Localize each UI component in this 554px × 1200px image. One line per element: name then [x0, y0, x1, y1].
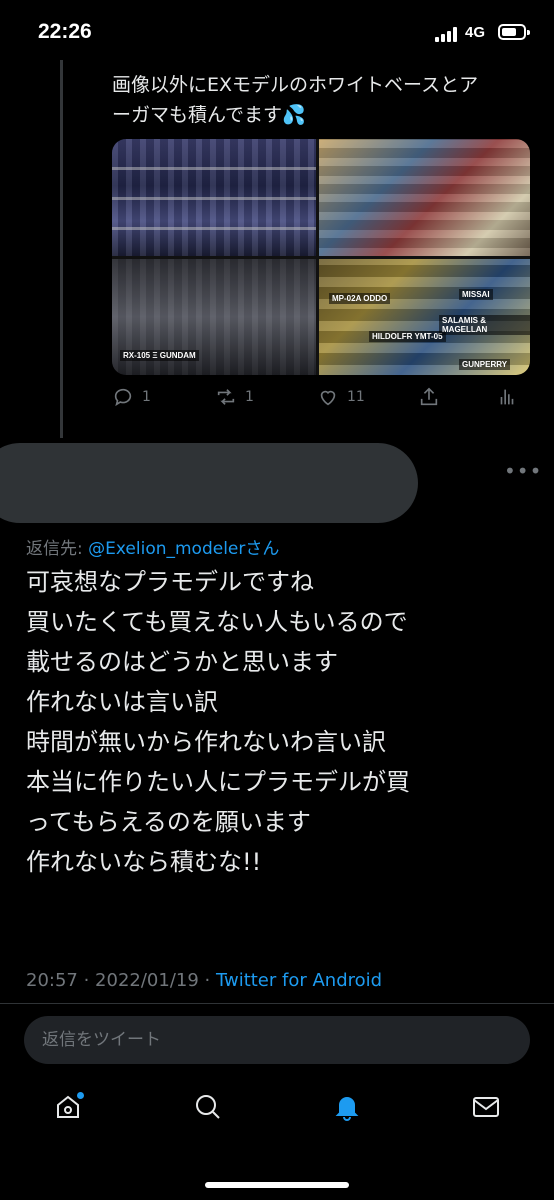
like-count: 11	[347, 389, 365, 405]
notification-dot	[77, 1092, 84, 1099]
retweet-count: 1	[245, 389, 254, 405]
tweet-source-link[interactable]: Twitter for Android	[216, 970, 382, 991]
bottom-tab-bar	[0, 1080, 554, 1150]
tab-search[interactable]	[193, 1092, 223, 1122]
parent-tweet-actions: 1 1 11	[112, 386, 530, 414]
tweet-meta: 20:57 · 2022/01/19 · Twitter for Android	[26, 970, 382, 991]
tab-notifications[interactable]	[332, 1092, 362, 1122]
reply-input[interactable]: 返信をツイート	[24, 1016, 530, 1064]
media-label-salamis: SALAMIS & MAGELLAN	[439, 315, 530, 335]
media-label-gunperry: GUNPERRY	[459, 359, 511, 370]
tweet-body-line: 買いたくても買えない人もいるので	[26, 608, 408, 636]
tab-home[interactable]	[53, 1092, 84, 1122]
signal-icon	[435, 27, 459, 42]
heart-icon	[320, 390, 336, 406]
tweet-timestamp: 20:57 · 2022/01/19 ·	[26, 970, 216, 991]
notifications-icon	[335, 1097, 359, 1121]
tweet-body-line: 作れないなら積むな!!	[26, 848, 262, 876]
replying-to: 返信先: @Exelion_modelerさん	[26, 534, 279, 559]
tab-messages[interactable]	[471, 1092, 501, 1122]
tweet-body-line: 時間が無いから作れないわ言い訳	[26, 728, 386, 756]
media-label-oddo: MP-02A ODDO	[329, 293, 391, 304]
tweet-media-grid[interactable]: RX-105 Ξ GUNDAM MP-02A ODDO HILDOLFR YMT…	[112, 139, 530, 375]
divider	[0, 1003, 554, 1004]
media-photo-4[interactable]: MP-02A ODDO HILDOLFR YMT-05 GUNPERRY MIS…	[319, 259, 530, 375]
reply-button[interactable]: 1	[112, 386, 151, 408]
analytics-icon	[500, 389, 514, 405]
media-label-hildolfr: HILDOLFR YMT-05	[369, 331, 446, 342]
status-time: 22:26	[38, 20, 92, 43]
parent-tweet-line-1: 画像以外にEXモデルのホワイトベースとア	[112, 74, 479, 96]
share-icon	[420, 387, 438, 406]
search-icon	[196, 1095, 220, 1119]
replying-to-handle[interactable]: @Exelion_modelerさん	[88, 539, 279, 559]
battery-icon	[498, 24, 530, 40]
messages-icon	[473, 1097, 499, 1117]
media-label-xi-gundam: RX-105 Ξ GUNDAM	[120, 350, 199, 361]
reply-icon	[114, 388, 132, 407]
more-options-icon[interactable]: •••	[504, 459, 542, 483]
retweet-icon	[217, 389, 235, 405]
sweat-droplets-emoji: 💦	[282, 104, 306, 126]
reply-count: 1	[142, 389, 151, 405]
media-photo-1[interactable]	[112, 139, 316, 256]
tweet-body-line: 本当に作りたい人にプラモデルが買	[26, 768, 410, 796]
tweet-body-line: ってもらえるのを願います	[26, 808, 311, 836]
tweet-body-line: 載せるのはどうかと思います	[26, 648, 338, 676]
redacted-user-header	[0, 443, 418, 523]
like-button[interactable]: 11	[317, 386, 365, 408]
media-label-missai: MISSAI	[459, 289, 493, 300]
network-label: 4G	[465, 24, 486, 41]
thread-connector-line	[60, 60, 63, 438]
replying-to-prefix: 返信先:	[26, 539, 89, 559]
analytics-button[interactable]	[496, 386, 518, 408]
retweet-button[interactable]: 1	[215, 386, 254, 408]
parent-tweet-line-2: ーガマも積んでます	[112, 104, 283, 126]
parent-tweet-text: 画像以外にEXモデルのホワイトベースとア ーガマも積んでます💦	[112, 70, 532, 130]
share-button[interactable]	[418, 386, 440, 408]
media-photo-2[interactable]	[319, 139, 530, 256]
home-indicator	[205, 1182, 349, 1188]
tweet-body: 可哀想なプラモデルですね 買いたくても買えない人もいるので 載せるのはどうかと思…	[26, 562, 536, 882]
tweet-body-line: 可哀想なプラモデルですね	[26, 568, 314, 596]
tweet-body-line: 作れないは言い訳	[26, 688, 218, 716]
media-photo-3[interactable]: RX-105 Ξ GUNDAM	[112, 259, 316, 375]
